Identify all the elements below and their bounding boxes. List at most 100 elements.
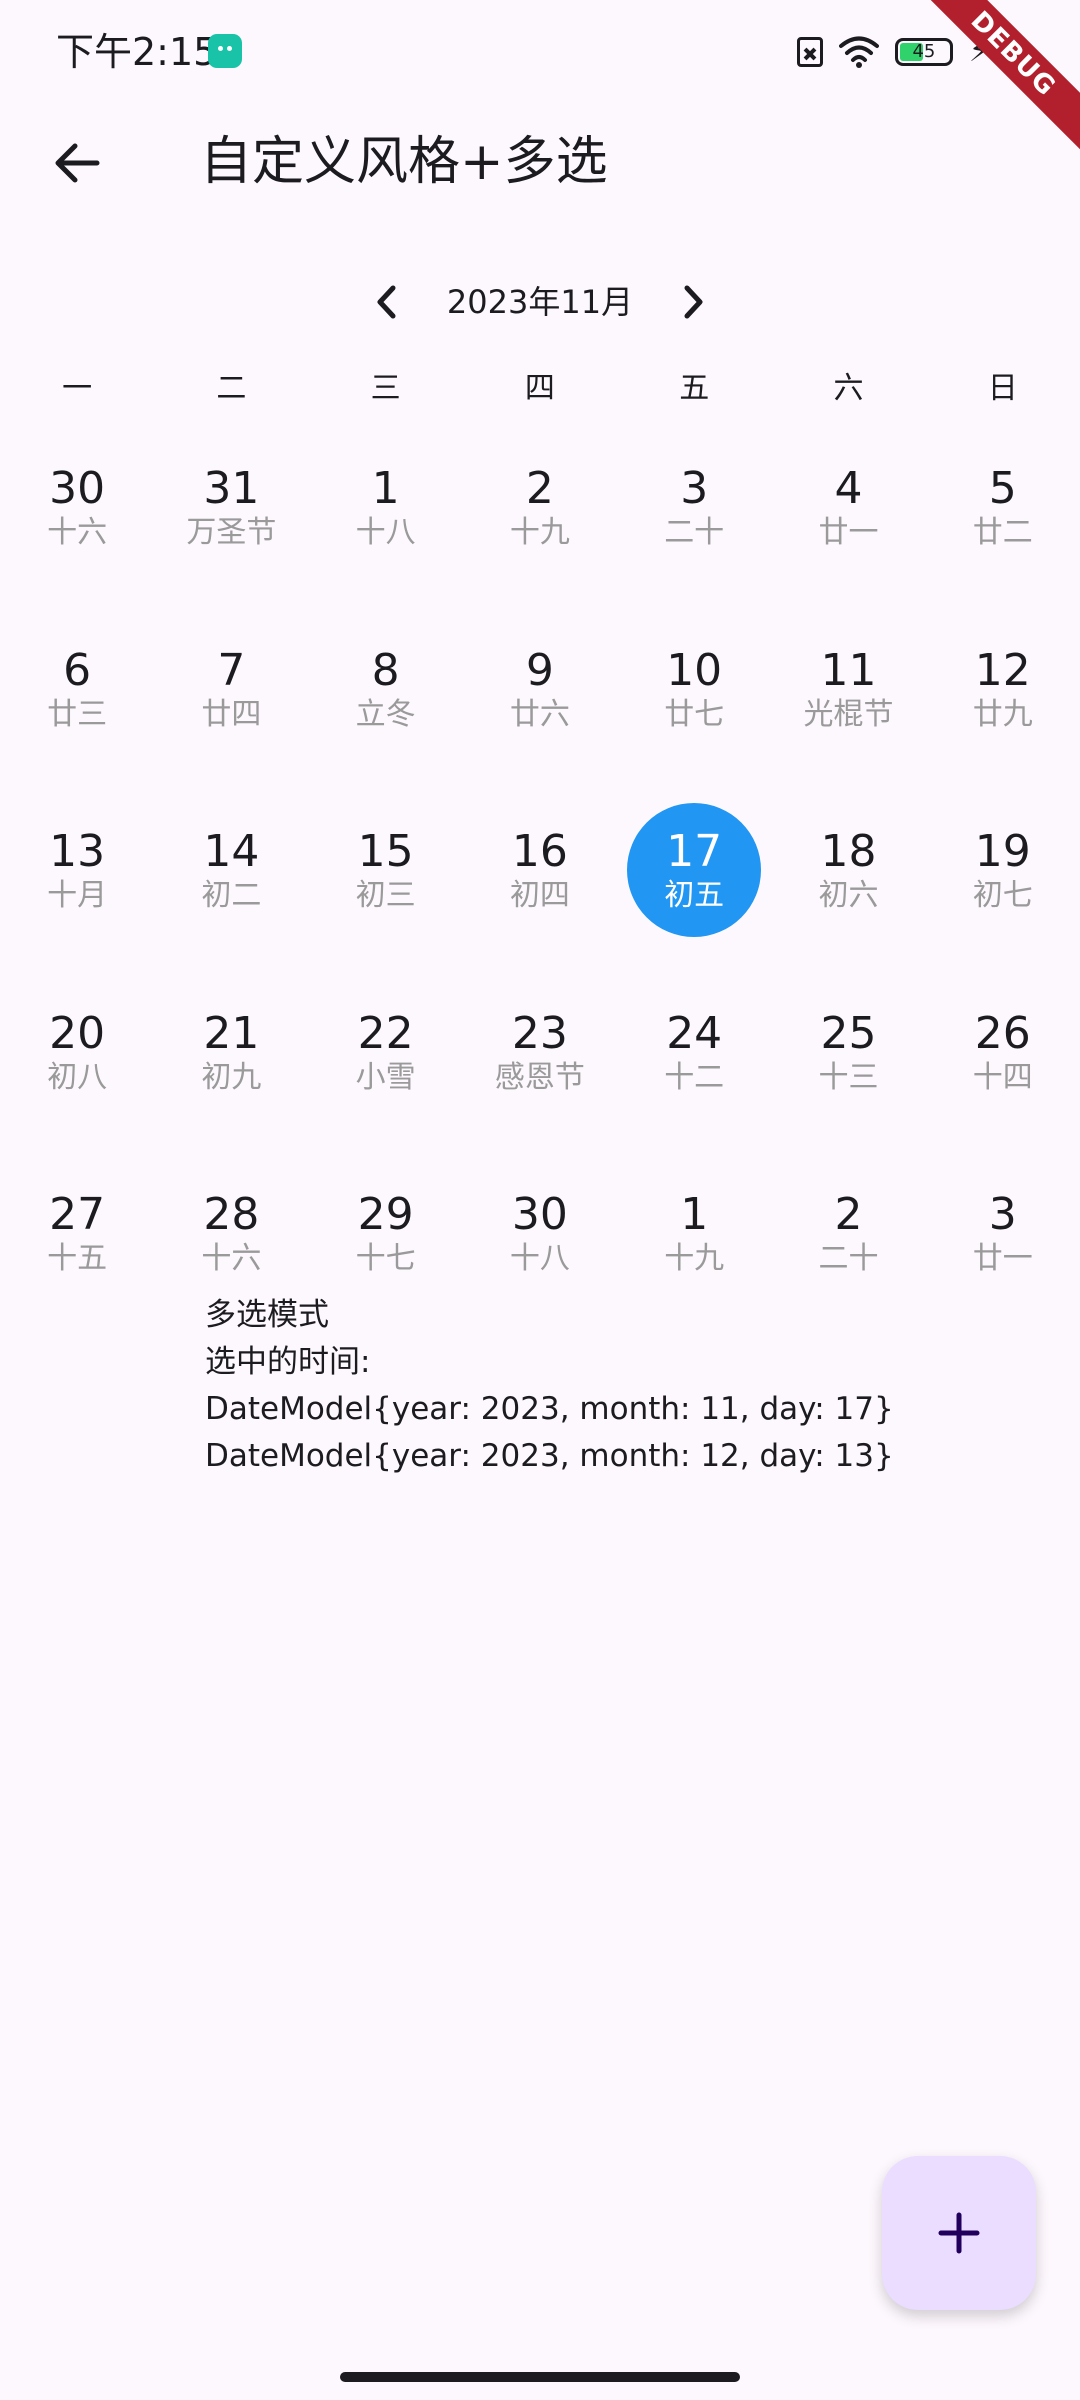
day-lunar-label: 十九: [509, 515, 570, 550]
day-cell-selected[interactable]: 17 初五: [617, 791, 771, 973]
day-cell[interactable]: 25 十三: [771, 973, 925, 1155]
day-circle: 5 廿二: [936, 440, 1070, 574]
home-indicator[interactable]: [340, 2372, 740, 2382]
day-cell[interactable]: 3 廿一: [926, 1154, 1080, 1336]
day-lunar-label: 初二: [201, 878, 262, 913]
day-lunar-label: 二十: [664, 515, 725, 550]
day-circle: 22 小雪: [319, 985, 453, 1119]
day-number: 3: [988, 1189, 1017, 1240]
day-lunar-label: 廿九: [972, 696, 1033, 732]
day-number: 2: [525, 463, 554, 514]
day-cell[interactable]: 15 初三: [309, 791, 463, 973]
day-number: 6: [63, 644, 92, 696]
selected-date: DateModel{year: 2023, month: 12, day: 13…: [205, 1438, 894, 1474]
add-button[interactable]: [882, 2156, 1036, 2310]
day-lunar-label: 廿六: [509, 696, 570, 732]
day-lunar-label: 初九: [201, 1059, 262, 1095]
selection-info: 多选模式 选中的时间: DateModel{year: 2023, month:…: [205, 1292, 894, 1480]
back-button[interactable]: [40, 126, 114, 200]
weekday-label: 六: [833, 371, 864, 406]
day-cell[interactable]: 8 立冬: [309, 610, 463, 792]
day-cell[interactable]: 24 十二: [617, 973, 771, 1155]
day-lunar-label: 十六: [47, 515, 108, 550]
day-circle: 25 十三: [781, 985, 915, 1119]
day-lunar-label: 十八: [355, 515, 416, 550]
day-lunar-label: 十八: [509, 1241, 570, 1276]
selected-date: DateModel{year: 2023, month: 11, day: 17…: [205, 1391, 894, 1427]
day-cell[interactable]: 18 初六: [771, 791, 925, 973]
day-number: 14: [203, 826, 260, 877]
day-cell[interactable]: 14 初二: [154, 791, 308, 973]
day-circle: 8 立冬: [319, 622, 453, 756]
plus-icon: [938, 2212, 980, 2254]
day-cell[interactable]: 2 十九: [463, 428, 617, 610]
day-number: 8: [371, 644, 400, 696]
day-circle: 9 廿六: [473, 622, 607, 756]
status-bar: 下午2:15 45 ⚡: [0, 0, 1080, 100]
day-circle: 10 廿七: [627, 622, 761, 756]
day-circle: 13 十月: [10, 803, 144, 937]
day-lunar-label: 十二: [664, 1059, 725, 1095]
day-circle: 14 初二: [164, 803, 298, 937]
day-cell[interactable]: 19 初七: [926, 791, 1080, 973]
day-lunar-label: 立冬: [355, 696, 416, 732]
weekday-label: 一: [62, 371, 93, 406]
day-number: 11: [820, 644, 877, 696]
day-number: 22: [357, 1007, 414, 1059]
day-cell[interactable]: 3 二十: [617, 428, 771, 610]
day-cell[interactable]: 9 廿六: [463, 610, 617, 792]
day-cell[interactable]: 22 小雪: [309, 973, 463, 1155]
day-number: 20: [49, 1007, 106, 1059]
day-lunar-label: 十七: [355, 1241, 416, 1276]
day-circle: 21 初九: [164, 985, 298, 1119]
day-cell[interactable]: 16 初四: [463, 791, 617, 973]
day-cell[interactable]: 7 廿四: [154, 610, 308, 792]
day-cell[interactable]: 1 十八: [309, 428, 463, 610]
day-lunar-label: 十九: [664, 1241, 725, 1276]
day-number: 31: [203, 463, 260, 514]
day-number: 19: [974, 826, 1031, 877]
day-circle: 18 初六: [781, 803, 915, 937]
day-lunar-label: 廿二: [972, 515, 1033, 550]
day-circle: 2 二十: [781, 1166, 915, 1300]
day-number: 21: [203, 1007, 260, 1059]
day-lunar-label: 十六: [201, 1241, 262, 1276]
day-cell[interactable]: 30 十六: [0, 428, 154, 610]
day-number: 4: [834, 463, 863, 514]
day-lunar-label: 感恩节: [494, 1059, 585, 1095]
day-circle: 23 感恩节: [473, 985, 607, 1119]
day-circle: 12 廿九: [936, 622, 1070, 756]
day-lunar-label: 廿七: [664, 696, 725, 732]
day-circle: 1 十九: [627, 1166, 761, 1300]
day-cell[interactable]: 5 廿二: [926, 428, 1080, 610]
day-circle: 7 廿四: [164, 622, 298, 756]
day-cell[interactable]: 26 十四: [926, 973, 1080, 1155]
weekday-label: 日: [987, 371, 1018, 406]
previous-month-button[interactable]: [356, 272, 416, 332]
day-lunar-label: 光棍节: [803, 696, 894, 732]
day-number: 13: [49, 826, 106, 877]
day-circle: 26 十四: [936, 985, 1070, 1119]
day-cell[interactable]: 11 光棍节: [771, 610, 925, 792]
day-lunar-label: 廿一: [972, 1241, 1033, 1276]
day-cell[interactable]: 6 廿三: [0, 610, 154, 792]
week-row: 20 初八 21 初九 22 小雪 23 感恩节 24 十二 25 十三 26 十四: [0, 973, 1080, 1155]
weekday-label: 四: [524, 371, 555, 406]
next-month-button[interactable]: [664, 272, 724, 332]
day-cell[interactable]: 23 感恩节: [463, 973, 617, 1155]
day-cell[interactable]: 10 廿七: [617, 610, 771, 792]
day-cell[interactable]: 27 十五: [0, 1154, 154, 1336]
day-cell[interactable]: 13 十月: [0, 791, 154, 973]
day-lunar-label: 十月: [47, 878, 108, 913]
day-number: 15: [357, 826, 414, 877]
app-bar: 自定义风格+多选: [0, 110, 1080, 210]
day-cell[interactable]: 4 廿一: [771, 428, 925, 610]
day-circle: 19 初七: [936, 803, 1070, 937]
day-circle: 24 十二: [627, 985, 761, 1119]
day-cell[interactable]: 12 廿九: [926, 610, 1080, 792]
day-cell[interactable]: 21 初九: [154, 973, 308, 1155]
day-cell[interactable]: 31 万圣节: [154, 428, 308, 610]
weekday-label: 五: [679, 371, 710, 406]
day-cell[interactable]: 20 初八: [0, 973, 154, 1155]
day-lunar-label: 初八: [47, 1059, 108, 1095]
